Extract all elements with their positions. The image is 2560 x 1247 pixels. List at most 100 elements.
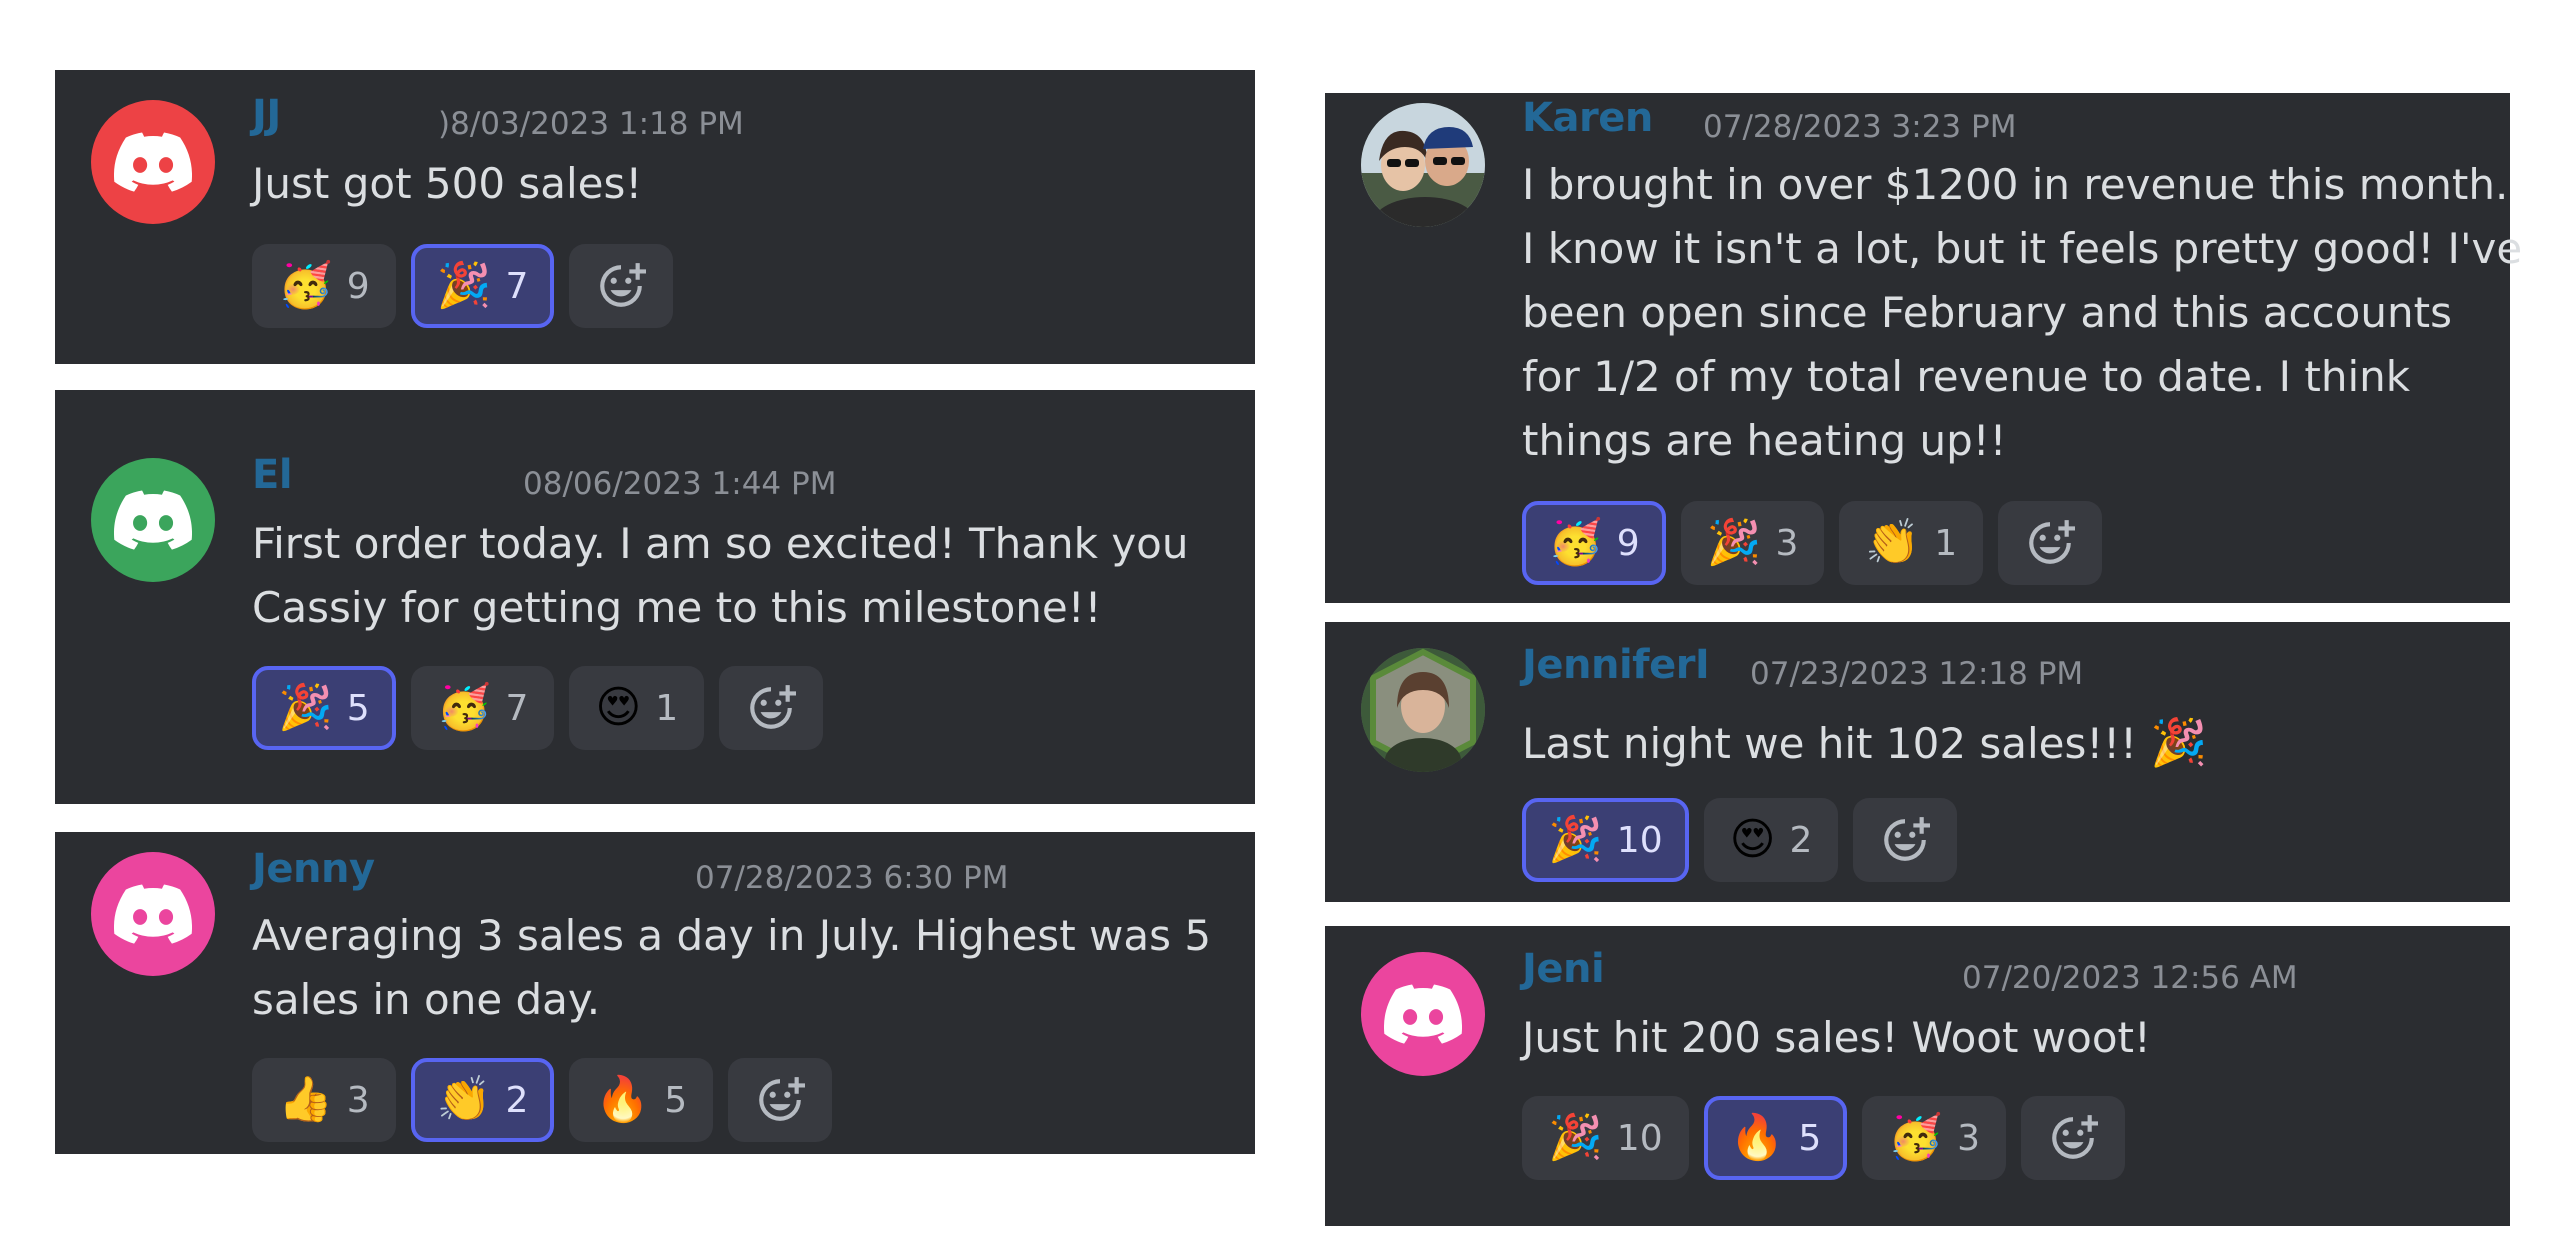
message-line: I know it isn't a lot, but it feels pret… (1522, 224, 2523, 273)
add-reaction-icon (1884, 817, 1931, 861)
add-reaction-button[interactable] (569, 244, 674, 328)
reactions: 🎉 10 😍 2 (1522, 798, 1958, 882)
reaction-count: 1 (655, 687, 679, 729)
avatar[interactable] (91, 458, 215, 582)
reaction-button[interactable]: 🥳 9 (252, 244, 396, 328)
add-reaction-button[interactable] (1853, 798, 1958, 882)
fire-emoji: 🔥 (1729, 1112, 1785, 1163)
timestamp: 07/20/2023 12:56 AM (1962, 960, 2298, 996)
reactions: 🥳 9 🎉 3 👏 1 (1522, 501, 2103, 585)
avatar[interactable] (1361, 648, 1485, 772)
partying-face-emoji: 🥳 (1888, 1112, 1944, 1163)
reaction-count: 7 (505, 265, 529, 307)
heart-eyes-emoji: 😍 (595, 682, 642, 733)
reaction-count: 3 (1957, 1117, 1981, 1159)
add-reaction-button[interactable] (2021, 1096, 2126, 1180)
reaction-button[interactable]: 😍 1 (569, 666, 705, 750)
clapping-hands-emoji: 👏 (436, 1074, 492, 1125)
message-line: I brought in over $1200 in revenue this … (1522, 160, 2509, 209)
profile-photo-icon (1361, 648, 1485, 772)
reaction-button[interactable]: 🎉 3 (1680, 501, 1825, 585)
reaction-button[interactable]: 🎉 7 (410, 244, 555, 328)
message-line: Last night we hit 102 sales!!! 🎉 (1522, 710, 2208, 776)
partying-face-emoji: 🥳 (1548, 517, 1603, 568)
message-card: Jeni 07/20/2023 12:56 AM Just hit 200 sa… (1325, 926, 2510, 1226)
message-line: First order today. I am so excited! Than… (252, 519, 1189, 568)
party-popper-emoji: 🎉 (436, 260, 492, 311)
message-text: I brought in over $1200 in revenue this … (1522, 153, 2522, 473)
party-popper-emoji: 🎉 (1706, 517, 1762, 568)
reaction-count: 3 (1775, 522, 1799, 564)
add-reaction-icon (759, 1077, 806, 1121)
reaction-count: 10 (1616, 1117, 1663, 1159)
reactions: 🎉 5 🥳 7 😍 1 (252, 666, 824, 750)
party-popper-emoji: 🎉 (278, 682, 333, 733)
avatar[interactable] (91, 100, 215, 224)
reaction-count: 9 (346, 265, 370, 307)
message-line: Cassiy for getting me to this milestone!… (252, 583, 1102, 632)
reaction-button[interactable]: 🔥 5 (569, 1058, 714, 1142)
message-line: sales in one day. (252, 975, 601, 1024)
add-reaction-icon (750, 685, 797, 729)
reaction-button[interactable]: 👏 1 (1839, 501, 1984, 585)
username[interactable]: Jeni (1522, 946, 1605, 992)
message-card: JJ )8/03/2023 1:18 PM Just got 500 sales… (55, 70, 1255, 364)
message-line-text: Last night we hit 102 sales!!! (1522, 719, 2137, 768)
message-line: for 1/2 of my total revenue to date. I t… (1522, 352, 2411, 401)
reaction-button[interactable]: 👏 2 (410, 1058, 555, 1142)
profile-photo-icon (1361, 103, 1485, 227)
message-line: Averaging 3 sales a day in July. Highest… (252, 911, 1212, 960)
avatar[interactable] (1361, 103, 1485, 227)
reaction-button[interactable]: 😍 2 (1703, 798, 1839, 882)
reactions: 👍 3 👏 2 🔥 5 (252, 1058, 833, 1142)
username[interactable]: JJ (252, 92, 281, 138)
add-reaction-button[interactable] (1998, 501, 2103, 585)
reaction-button[interactable]: 🔥 5 (1703, 1096, 1848, 1180)
add-reaction-button[interactable] (728, 1058, 833, 1142)
reaction-button[interactable]: 🎉 10 (1522, 1096, 1689, 1180)
partying-face-emoji: 🥳 (436, 682, 492, 733)
partying-face-emoji: 🥳 (278, 260, 333, 311)
add-reaction-icon (2029, 520, 2076, 564)
discord-logo-icon (1384, 984, 1462, 1044)
reaction-count: 5 (346, 687, 370, 729)
discord-logo-icon (114, 884, 192, 944)
heart-eyes-emoji: 😍 (1729, 814, 1776, 865)
reaction-count: 9 (1616, 522, 1640, 564)
message-card: El 08/06/2023 1:44 PM First order today.… (55, 390, 1255, 804)
message-card: Jenny 07/28/2023 6:30 PM Averaging 3 sal… (55, 832, 1255, 1154)
party-popper-emoji: 🎉 (2150, 715, 2208, 769)
username[interactable]: JenniferI (1522, 642, 1710, 688)
message-line: Just got 500 sales! (252, 159, 643, 208)
reaction-button[interactable]: 🎉 5 (252, 666, 396, 750)
message-text: Averaging 3 sales a day in July. Highest… (252, 904, 1211, 1032)
reaction-count: 2 (1789, 819, 1813, 861)
reaction-count: 5 (1798, 1117, 1822, 1159)
reactions: 🎉 10 🔥 5 🥳 3 (1522, 1096, 2126, 1180)
avatar[interactable] (91, 852, 215, 976)
reaction-count: 5 (664, 1079, 688, 1121)
avatar[interactable] (1361, 952, 1485, 1076)
reaction-count: 10 (1616, 819, 1663, 861)
username[interactable]: El (252, 452, 293, 498)
reaction-button[interactable]: 🎉 10 (1522, 798, 1689, 882)
reaction-button[interactable]: 🥳 3 (1862, 1096, 2007, 1180)
message-line: things are heating up!! (1522, 416, 2007, 465)
discord-logo-icon (114, 132, 192, 192)
username[interactable]: Karen (1522, 95, 1653, 141)
reaction-button[interactable]: 🥳 9 (1522, 501, 1666, 585)
message-line: Just hit 200 sales! Woot woot! (1522, 1013, 2151, 1062)
add-reaction-button[interactable] (719, 666, 824, 750)
reaction-count: 1 (1934, 522, 1958, 564)
message-text: First order today. I am so excited! Than… (252, 512, 1189, 640)
add-reaction-icon (2052, 1115, 2099, 1159)
timestamp: 07/28/2023 6:30 PM (695, 860, 1009, 896)
timestamp: 08/06/2023 1:44 PM (523, 466, 837, 502)
timestamp: 07/28/2023 3:23 PM (1703, 109, 2017, 145)
username[interactable]: Jenny (252, 846, 375, 892)
reaction-button[interactable]: 🥳 7 (410, 666, 555, 750)
discord-logo-icon (114, 490, 192, 550)
reaction-button[interactable]: 👍 3 (252, 1058, 396, 1142)
message-card: Karen 07/28/2023 3:23 PM I brought in ov… (1325, 93, 2522, 603)
reaction-count: 3 (346, 1079, 370, 1121)
